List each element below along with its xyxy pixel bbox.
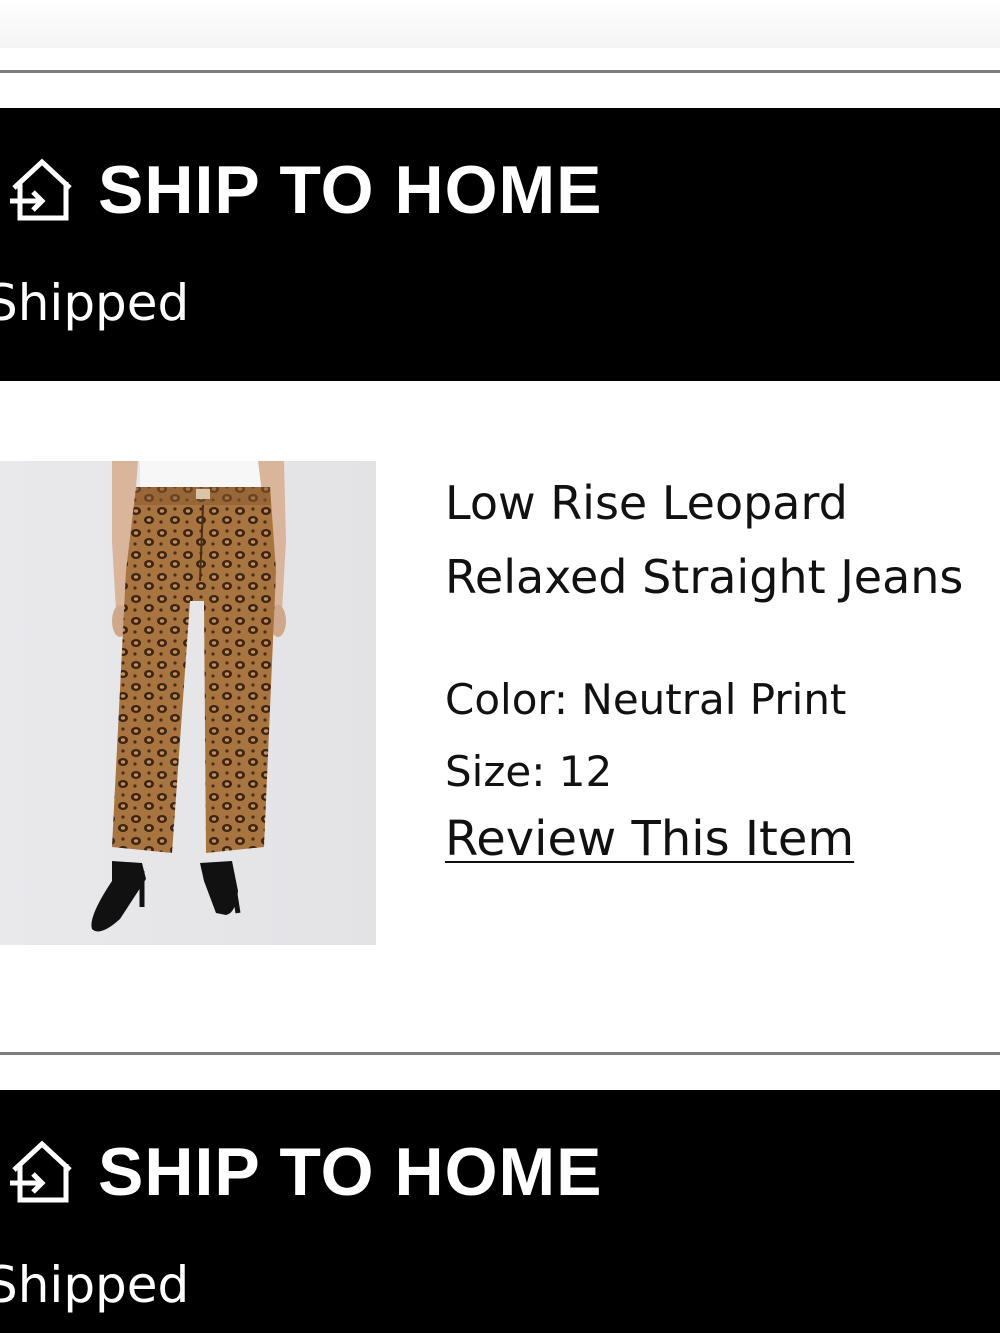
shipment-status: Shipped xyxy=(0,1256,190,1314)
shipment-banner: SHIP TO HOME Shipped xyxy=(0,1090,1000,1333)
home-arrow-icon xyxy=(10,158,72,221)
review-item-link[interactable]: Review This Item xyxy=(445,810,854,868)
product-name[interactable]: Low Rise Leopard Relaxed Straight Jeans xyxy=(445,466,1000,614)
product-info: Low Rise Leopard Relaxed Straight Jeans … xyxy=(445,466,1000,868)
leopard-jeans-photo xyxy=(0,461,376,945)
shipment-banner: SHIP TO HOME Shipped xyxy=(0,108,1000,381)
product-image[interactable] xyxy=(0,461,376,945)
divider xyxy=(0,70,1000,73)
shipment-status: Shipped xyxy=(0,274,190,332)
home-arrow-icon xyxy=(10,1140,72,1203)
product-color: Color: Neutral Print xyxy=(445,675,847,724)
product-name-line1: Low Rise Leopard xyxy=(445,476,848,530)
shipment-method-header: SHIP TO HOME xyxy=(8,154,602,226)
top-strip xyxy=(0,0,1000,48)
order-details-page: SHIP TO HOME Shipped Low Rise Leopard Re… xyxy=(0,0,1000,1333)
divider xyxy=(0,1052,1000,1055)
shipment-method-label: SHIP TO HOME xyxy=(98,1134,603,1210)
product-name-line2: Relaxed Straight Jeans xyxy=(445,550,964,604)
product-size: Size: 12 xyxy=(445,747,613,796)
shipment-method-header: SHIP TO HOME xyxy=(8,1136,602,1208)
shipment-method-label: SHIP TO HOME xyxy=(98,152,603,228)
